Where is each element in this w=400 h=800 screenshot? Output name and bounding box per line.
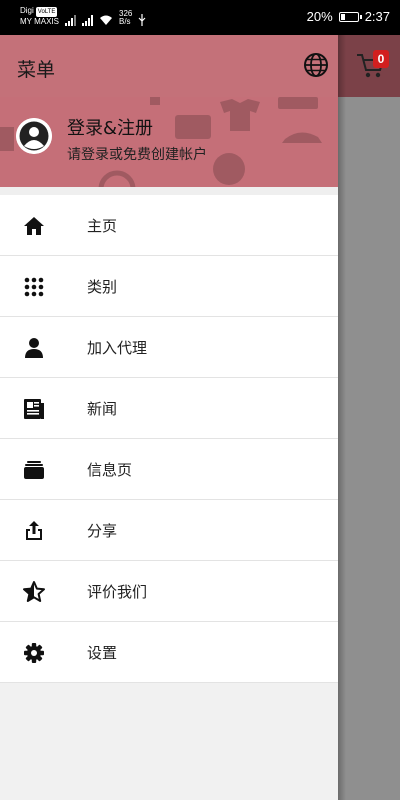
menu-item-label: 设置 [87,644,118,662]
navigation-drawer: 菜单 登录&注册 请登录或免费创建帐户 主页 类别 加入代理 新闻 信息页 分享… [0,35,338,800]
status-bar: Digi VoLTE MY MAXIS 326 B/s 20% 2:37 [0,0,400,35]
signal-icon-2 [82,14,93,26]
header-divider [0,187,338,195]
apps-grid-icon [24,277,44,297]
network-speed: 326 B/s [119,10,132,26]
background-content[interactable] [338,97,400,800]
usb-icon [138,14,146,26]
cart-count-badge: 0 [373,50,389,68]
menu-item-info-pages[interactable]: 信息页 [0,439,338,500]
menu-item-label: 评价我们 [87,583,148,601]
carrier-top: Digi [20,6,34,15]
signal-icon [65,14,76,26]
drawer-menu: 主页 类别 加入代理 新闻 信息页 分享 评价我们 设置 [0,195,338,683]
menu-item-home[interactable]: 主页 [0,195,338,256]
menu-item-label: 信息页 [87,461,133,479]
drawer-title: 菜单 [17,59,56,81]
menu-item-join-agent[interactable]: 加入代理 [0,317,338,378]
star-half-icon [23,581,45,602]
person-icon [25,338,43,358]
avatar [16,118,52,154]
menu-item-label: 新闻 [87,400,118,418]
drawer-shadow [338,35,346,800]
net-speed-unit: B/s [119,17,131,26]
globe-icon[interactable] [303,52,329,78]
menu-item-news[interactable]: 新闻 [0,378,338,439]
clock: 2:37 [364,9,390,24]
share-icon [26,521,42,540]
menu-item-share[interactable]: 分享 [0,500,338,561]
carrier-info: Digi VoLTE MY MAXIS [20,6,59,27]
login-title: 登录&注册 [67,118,154,139]
menu-item-label: 分享 [87,522,118,540]
volte-tag: VoLTE [35,7,58,17]
newspaper-icon [24,399,44,419]
menu-item-label: 类别 [87,278,118,296]
carrier-bottom: MY MAXIS [20,17,59,26]
menu-item-settings[interactable]: 设置 [0,622,338,683]
user-avatar-icon [16,118,52,154]
menu-item-categories[interactable]: 类别 [0,256,338,317]
menu-item-label: 主页 [87,217,118,235]
drawer-appbar: 菜单 [0,35,338,97]
wifi-icon [100,15,112,25]
battery-percent: 20% [306,9,333,24]
status-right: 20% 2:37 [307,9,390,24]
login-subtitle: 请登录或免费创建帐户 [67,147,207,163]
status-icons: 326 B/s [65,10,146,26]
home-icon [24,217,44,235]
battery-icon [338,11,362,22]
info-pages-icon [24,461,44,479]
login-header[interactable]: 登录&注册 请登录或免费创建帐户 [0,97,338,187]
menu-item-rate-us[interactable]: 评价我们 [0,561,338,622]
menu-item-label: 加入代理 [87,339,148,357]
gear-icon [24,643,44,663]
